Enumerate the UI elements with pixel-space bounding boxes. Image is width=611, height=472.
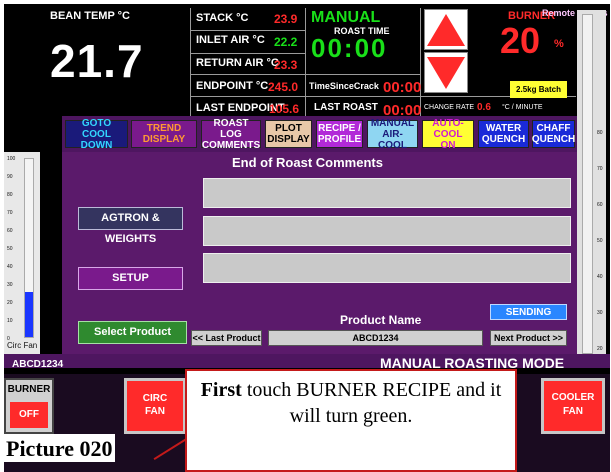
mode-indicator: MANUAL: [311, 9, 381, 26]
gauge-tick-label: 70: [7, 210, 13, 216]
screenshot-frame: BEAN TEMP °C 21.7 STACK °C 23.9 INLET AI…: [0, 0, 611, 472]
gauge-tick-label: 70: [597, 166, 603, 172]
panel-divider: [190, 8, 191, 118]
burner-off-button[interactable]: BURNER OFF: [4, 378, 54, 434]
nav-button[interactable]: RECIPE / PROFILE: [316, 120, 363, 148]
gauge-tick-label: 10: [7, 318, 13, 324]
gauge-tick-label: 20: [597, 346, 603, 352]
panel-divider: [190, 74, 420, 75]
next-product-button[interactable]: Next Product >>: [490, 330, 567, 346]
bean-temp-value: 21.7: [50, 35, 144, 87]
gauge-tick-label: 20: [7, 300, 13, 306]
gauge-tick-label: 50: [7, 246, 13, 252]
agtron-weights-button[interactable]: AGTRON & WEIGHTS: [78, 207, 183, 245]
gauge-tick-label: 80: [597, 130, 603, 136]
nav-button[interactable]: WATER QUENCH: [478, 120, 529, 148]
comment-field[interactable]: [203, 178, 571, 208]
callout-text: touch BURNER RECIPE and it will turn gre…: [241, 379, 502, 427]
gauge-tick-label: 90: [7, 174, 13, 180]
stack-temp-label: STACK °C: [196, 12, 249, 24]
arrow-up-icon: [427, 14, 465, 46]
burner-down-button[interactable]: [424, 52, 468, 93]
product-name-field[interactable]: ABCD1234: [268, 330, 483, 346]
gauge-tick-label: 30: [7, 282, 13, 288]
gauge-tick-label: 50: [597, 238, 603, 244]
nav-button[interactable]: AUTO-COOL ON: [422, 118, 474, 151]
burner-button-label: BURNER: [7, 384, 51, 395]
gauge-tick-label: 60: [7, 228, 13, 234]
setup-button[interactable]: SETUP: [78, 267, 183, 290]
inlet-air-value: 22.2: [274, 35, 298, 49]
gauge-tick-label: 100: [7, 156, 16, 162]
batch-size-button[interactable]: 2.5kg Batch: [510, 81, 567, 98]
panel-divider: [190, 53, 305, 54]
gauge-tick-label: 30: [597, 310, 603, 316]
sending-status-badge: SENDING: [490, 304, 567, 320]
stack-temp-value: 23.9: [274, 12, 298, 26]
endpoint-value[interactable]: 245.0: [268, 80, 298, 94]
figure-caption: Picture 020: [4, 434, 115, 462]
panel-divider: [305, 8, 306, 118]
last-endpoint-value: 105.6: [269, 102, 300, 116]
right-gauge-track[interactable]: [582, 14, 593, 354]
circ-fan-gauge: [4, 152, 40, 364]
product-code: ABCD1234: [12, 359, 64, 370]
gauge-tick-label: 60: [597, 202, 603, 208]
change-rate-unit: °C / MINUTE: [502, 104, 543, 111]
select-product-button[interactable]: Select Product: [78, 321, 187, 344]
nav-button[interactable]: CHAFF QUENCH: [532, 120, 575, 148]
inlet-air-label: INLET AIR °C: [196, 34, 265, 46]
circ-fan-gauge-label: Circ Fan: [7, 341, 38, 350]
gauge-tick-label: 40: [7, 264, 13, 270]
burner-button-state: OFF: [10, 402, 48, 428]
nav-button[interactable]: PLOT DISPLAY: [265, 120, 312, 148]
callout-emphasis: First: [200, 379, 242, 401]
gauge-tick-label: 80: [7, 192, 13, 198]
change-rate-value: 0.6: [477, 102, 491, 113]
burner-percent-value: 20: [500, 20, 541, 61]
time-since-crack-label: TimeSinceCrack: [309, 81, 379, 91]
last-product-button[interactable]: << Last Product: [191, 330, 262, 346]
bean-temp-label: BEAN TEMP °C: [50, 10, 130, 22]
return-air-label: RETURN AIR °C: [196, 57, 279, 69]
nav-button[interactable]: ROAST LOG COMMENTS: [201, 118, 261, 151]
burner-up-button[interactable]: [424, 9, 468, 50]
nav-button[interactable]: GOTO COOL DOWN: [65, 118, 128, 151]
burner-percent-unit: %: [554, 38, 564, 50]
nav-button[interactable]: MANUAL AIR-COOL: [367, 118, 418, 151]
section-title: End of Roast Comments: [232, 155, 383, 170]
circ-fan-button[interactable]: CIRC FAN: [124, 378, 186, 434]
endpoint-label: ENDPOINT °C: [196, 80, 269, 92]
comment-field[interactable]: [203, 216, 571, 246]
panel-divider: [190, 30, 305, 31]
change-rate-label: CHANGE RATE: [424, 104, 475, 111]
roast-time-value: 00:00: [311, 33, 388, 63]
nav-button[interactable]: TREND DISPLAY: [131, 120, 197, 148]
cooler-fan-button[interactable]: COOLER FAN: [541, 378, 605, 434]
product-name-label: Product Name: [340, 313, 422, 327]
last-roast-label: LAST ROAST: [314, 102, 378, 113]
instruction-callout: First touch BURNER RECIPE and it will tu…: [185, 369, 517, 472]
gauge-tick-label: 40: [597, 274, 603, 280]
return-air-value: 23.3: [274, 58, 298, 72]
arrow-down-icon: [427, 57, 465, 89]
time-since-crack-value: 00:00: [383, 79, 422, 96]
circ-fan-gauge-level: [25, 292, 33, 337]
comment-field[interactable]: [203, 253, 571, 283]
